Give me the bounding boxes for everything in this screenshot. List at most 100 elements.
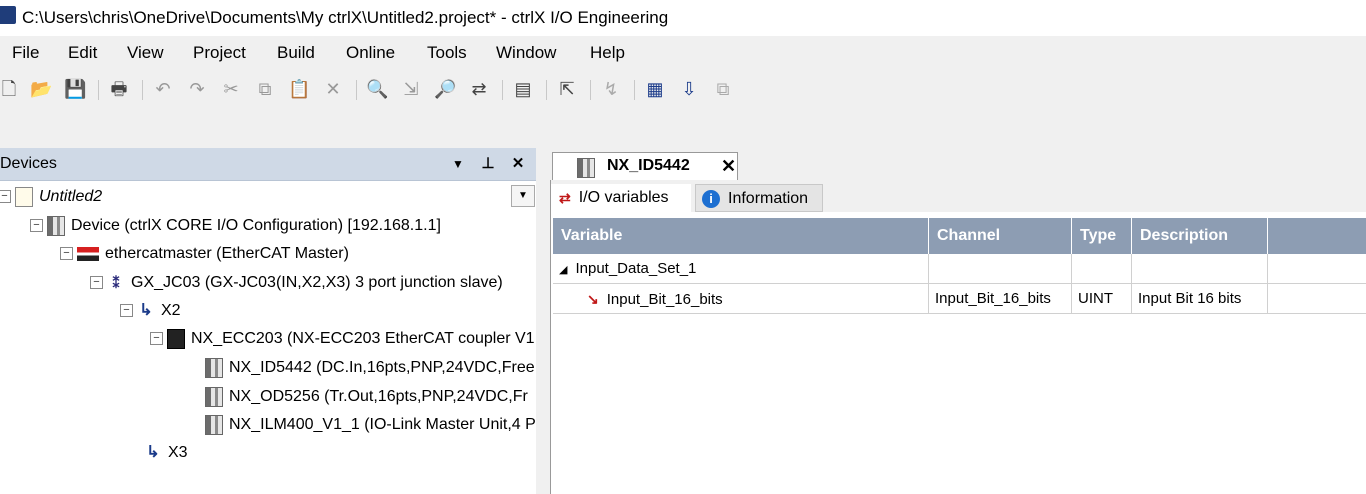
tree-item-nx-ecc203[interactable]: − NX_ECC203 (NX-ECC203 EtherCAT coupler V…: [150, 326, 535, 352]
undo-icon[interactable]: ↶: [152, 78, 174, 100]
export-icon[interactable]: ⇱: [556, 78, 578, 100]
column-header-description[interactable]: Description: [1132, 218, 1268, 254]
tree-item-label: X3: [168, 444, 188, 461]
editor-area: NX_ID5442 ✕ ⇄ I/O variables i Information …: [542, 148, 1366, 494]
find-next-icon[interactable]: ⇲: [400, 78, 422, 100]
tree-item-nx-od5256[interactable]: NX_OD5256 (Tr.Out,16pts,PNP,24VDC,Fr: [187, 384, 528, 410]
copy-icon[interactable]: ⧉: [254, 78, 276, 100]
save-icon[interactable]: 💾: [64, 78, 86, 100]
collapse-icon[interactable]: −: [150, 332, 163, 346]
menu-project[interactable]: Project: [193, 43, 246, 63]
tree-item-ethercatmaster[interactable]: − ethercatmaster (EtherCAT Master): [60, 241, 349, 267]
build-icon[interactable]: ↯: [600, 78, 622, 100]
document-tab-label: NX_ID5442: [607, 157, 690, 174]
tab-io-variables[interactable]: ⇄ I/O variables: [551, 184, 691, 212]
menu-bar: File Edit View Project Build Online Tool…: [0, 36, 1366, 70]
cell-description: Input Bit 16 bits: [1132, 284, 1268, 314]
tree-item-label: NX_ILM400_V1_1 (IO-Link Master Unit,4 P: [229, 416, 536, 433]
collapse-icon[interactable]: −: [0, 190, 11, 204]
menu-edit[interactable]: Edit: [68, 43, 97, 63]
tree-item-label: ethercatmaster (EtherCAT Master): [105, 245, 349, 262]
tree-item-gx-jc03[interactable]: − ⁑ GX_JC03 (GX-JC03(IN,X2,X3) 3 port junc…: [90, 270, 503, 296]
clipboard-icon[interactable]: ▤: [512, 78, 534, 100]
table-row[interactable]: ◢ Input_Data_Set_1: [553, 254, 1366, 284]
project-icon: [15, 186, 33, 207]
tree-item-label: X2: [161, 302, 181, 319]
io-variables-icon: ⇄: [559, 190, 571, 206]
collapse-icon[interactable]: −: [90, 276, 103, 290]
cell-channel: Input_Bit_16_bits: [929, 284, 1072, 314]
tree-item-project[interactable]: − Untitled2: [0, 184, 102, 210]
cut-icon[interactable]: ✂: [220, 78, 242, 100]
collapse-icon[interactable]: −: [120, 304, 133, 318]
open-project-icon[interactable]: 📂: [30, 78, 52, 100]
download-icon[interactable]: ⇩: [678, 78, 700, 100]
close-icon[interactable]: ✕: [508, 153, 528, 175]
tree-item-nx-id5442[interactable]: NX_ID5442 (DC.In,16pts,PNP,24VDC,Free: [187, 355, 535, 381]
find-icon[interactable]: 🔍: [366, 78, 388, 100]
collapse-icon[interactable]: −: [30, 219, 43, 233]
coupler-icon: [167, 328, 185, 349]
menu-tools[interactable]: Tools: [427, 43, 467, 63]
io-module-icon: [205, 357, 223, 378]
io-module-icon: [205, 414, 223, 435]
cell-variable-text: Input_Bit_16_bits: [606, 291, 723, 308]
collapse-icon[interactable]: ◢: [559, 264, 567, 276]
tree-item-label: Untitled2: [39, 188, 103, 205]
collapse-icon[interactable]: −: [60, 247, 73, 261]
redo-icon[interactable]: ↷: [186, 78, 208, 100]
replace-all-icon[interactable]: ⇄: [468, 78, 490, 100]
replace-icon[interactable]: 🔎: [434, 78, 456, 100]
info-icon: i: [702, 189, 720, 208]
menu-file[interactable]: File: [12, 43, 39, 63]
table-row[interactable]: ↘ Input_Bit_16_bits Input_Bit_16_bits UIN…: [553, 284, 1366, 314]
menu-help[interactable]: Help: [590, 43, 625, 63]
devices-panel-title: Devices: [0, 155, 57, 172]
column-header-channel[interactable]: Channel: [929, 218, 1072, 254]
column-header-variable[interactable]: Variable: [553, 218, 929, 254]
toolbar-separator: [634, 80, 635, 100]
cell-type: UINT: [1072, 284, 1132, 314]
panel-menu-icon[interactable]: ▼: [448, 153, 468, 175]
document-tab[interactable]: NX_ID5442 ✕: [552, 152, 738, 180]
pin-icon[interactable]: ⊥: [478, 153, 498, 175]
menu-view[interactable]: View: [127, 43, 164, 63]
devices-panel-header: Devices ▼ ⊥ ✕: [0, 148, 536, 181]
new-project-icon[interactable]: 🗋: [0, 78, 20, 100]
toolbar-separator: [546, 80, 547, 100]
table-header: Variable Channel Type Description: [553, 218, 1366, 254]
column-header-type[interactable]: Type: [1072, 218, 1132, 254]
tree-item-label: NX_ECC203 (NX-ECC203 EtherCAT coupler V1: [191, 330, 535, 347]
ethercat-master-icon: [77, 246, 99, 261]
app-icon: [0, 6, 16, 24]
compare-icon[interactable]: ⧉: [712, 78, 734, 100]
tree-item-device[interactable]: − Device (ctrlX CORE I/O Configuration) […: [30, 213, 441, 239]
close-icon[interactable]: ✕: [721, 156, 736, 177]
editor-content: ⇄ I/O variables i Information Variable Cha…: [550, 180, 1366, 494]
tree-item-label: Device (ctrlX CORE I/O Configuration) [1…: [71, 217, 441, 234]
paste-icon[interactable]: 📋: [288, 78, 310, 100]
port-icon: ↳: [139, 301, 153, 319]
toolbar-separator: [502, 80, 503, 100]
tree-item-x2[interactable]: − ↳ X2: [120, 298, 181, 324]
delete-icon[interactable]: ✕: [322, 78, 344, 100]
tree-item-label: GX_JC03 (GX-JC03(IN,X2,X3) 3 port juncti…: [131, 274, 503, 291]
cell-variable-text: Input_Data_Set_1: [575, 260, 697, 277]
title-bar: C:\Users\chris\OneDrive\Documents\My ctr…: [0, 0, 1366, 36]
chevron-down-icon[interactable]: ▼: [511, 185, 535, 207]
tab-information[interactable]: i Information: [695, 184, 823, 212]
toolbar-separator: [142, 80, 143, 100]
junction-icon: ⁑: [112, 274, 120, 291]
tree-item-x3[interactable]: ↳ X3: [128, 440, 188, 466]
tree-item-label: NX_OD5256 (Tr.Out,16pts,PNP,24VDC,Fr: [229, 388, 528, 405]
print-icon[interactable]: 🖶: [108, 78, 130, 100]
tab-information-label: Information: [728, 190, 809, 207]
menu-build[interactable]: Build: [277, 43, 315, 63]
menu-online[interactable]: Online: [346, 43, 395, 63]
cell-variable: ↘ Input_Bit_16_bits: [553, 284, 929, 314]
menu-window[interactable]: Window: [496, 43, 556, 63]
io-module-icon: [577, 158, 595, 178]
login-icon[interactable]: ▦: [644, 78, 666, 100]
toolbar: 🗋 📂 💾 🖶 ↶ ↷ ✂ ⧉ 📋 ✕ 🔍 ⇲ 🔎 ⇄ ▤ ⇱ ↯ ▦ ⇩ ⧉: [0, 72, 1366, 108]
tree-item-nx-ilm400[interactable]: NX_ILM400_V1_1 (IO-Link Master Unit,4 P: [187, 412, 536, 438]
